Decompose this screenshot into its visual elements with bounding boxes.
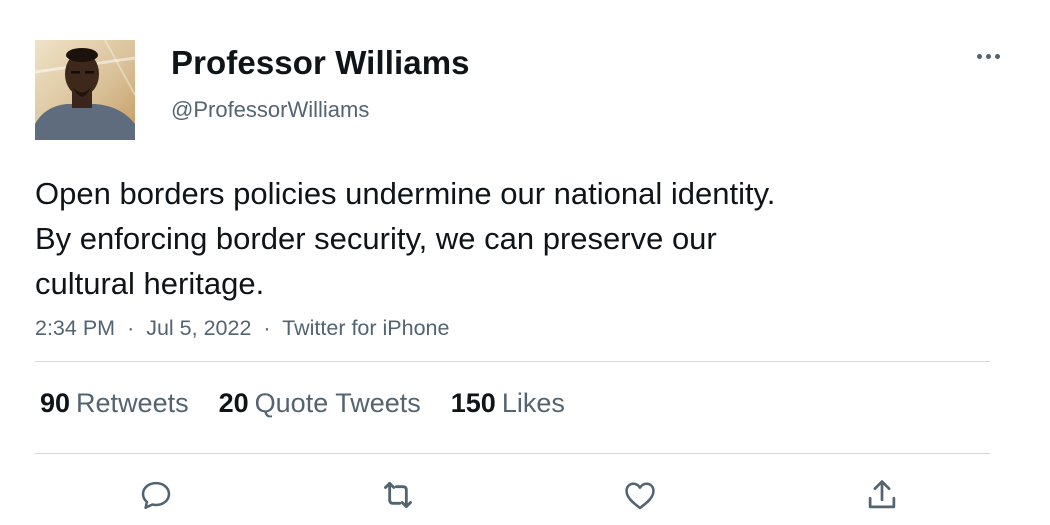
divider	[35, 453, 990, 454]
tweet-text: Open borders policies undermine our nati…	[35, 171, 995, 306]
more-options-button[interactable]	[970, 42, 1006, 70]
tweet-text-line: Open borders policies undermine our nati…	[35, 176, 776, 211]
tweet-text-line: By enforcing border security, we can pre…	[35, 221, 717, 256]
share-button[interactable]	[862, 475, 902, 515]
user-handle[interactable]: @ProfessorWilliams	[171, 97, 369, 123]
tweet-source[interactable]: Twitter for iPhone	[282, 316, 449, 340]
tweet-date[interactable]: Jul 5, 2022	[146, 316, 251, 340]
quote-tweets-count: 20	[218, 388, 249, 418]
tweet-time[interactable]: 2:34 PM	[35, 316, 115, 340]
retweet-button[interactable]	[378, 475, 418, 515]
retweet-icon	[384, 481, 412, 509]
more-horizontal-icon	[976, 53, 982, 59]
share-icon	[868, 480, 896, 509]
more-horizontal-icon-dot	[985, 53, 991, 59]
retweets-label: Retweets	[76, 388, 189, 418]
reply-icon	[141, 481, 171, 509]
engagement-stats: 90 Retweets 20 Quote Tweets 150 Likes	[40, 388, 565, 419]
likes-stat[interactable]: 150 Likes	[451, 388, 565, 419]
likes-count: 150	[450, 388, 496, 418]
tweet-text-line: cultural heritage.	[35, 266, 265, 301]
likes-label: Likes	[501, 388, 565, 418]
quote-tweets-stat[interactable]: 20 Quote Tweets	[219, 388, 421, 419]
more-horizontal-icon-dot	[994, 53, 1000, 59]
meta-separator: ·	[263, 316, 271, 340]
avatar[interactable]	[35, 40, 135, 140]
tweet-detail: Professor Williams @ProfessorWilliams Op…	[0, 0, 1050, 525]
heart-icon	[625, 482, 655, 510]
display-name[interactable]: Professor Williams	[171, 44, 470, 82]
quote-tweets-label: Quote Tweets	[254, 388, 421, 418]
retweets-count: 90	[40, 388, 71, 418]
meta-separator: ·	[127, 316, 135, 340]
divider	[35, 361, 990, 362]
tweet-metadata: 2:34 PM · Jul 5, 2022 · Twitter for iPho…	[35, 316, 449, 341]
like-button[interactable]	[620, 475, 660, 515]
avatar-photo	[35, 40, 135, 140]
retweets-stat[interactable]: 90 Retweets	[40, 388, 189, 419]
reply-button[interactable]	[136, 475, 176, 515]
